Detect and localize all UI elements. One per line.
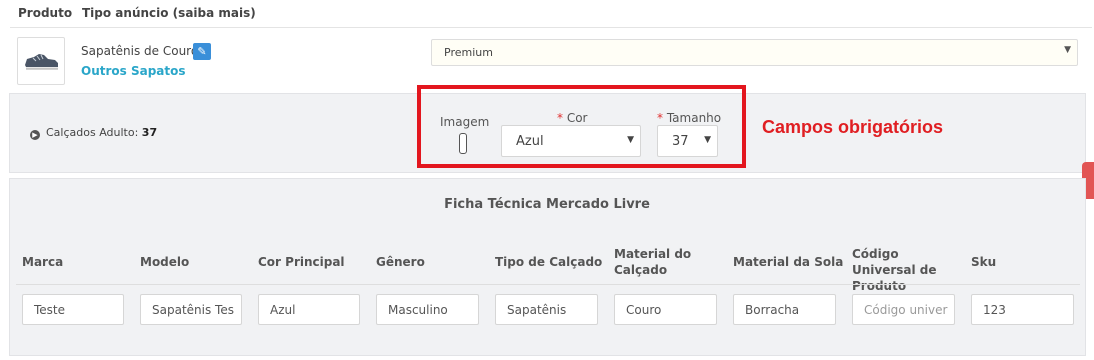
header-listing-type[interactable]: Tipo anúncio (saiba mais) [82,6,256,20]
product-category-link[interactable]: Outros Sapatos [81,64,186,78]
marca-input[interactable]: Teste [22,294,124,325]
column-header-cor-principal: Cor Principal [258,255,345,269]
header-product: Produto [18,6,73,20]
chevron-down-icon: ▼ [1064,45,1071,55]
header-divider [10,27,1092,28]
column-header-divider [16,284,1080,285]
edit-product-button[interactable]: ✎ [193,43,211,60]
material-calcado-input[interactable]: Couro [614,294,717,325]
variant-crumb-label: Calçados Adulto: [46,126,139,139]
sku-input[interactable]: 123 [971,294,1074,325]
listing-type-value: Premium [444,46,493,59]
product-name: Sapatênis de Couro [81,44,199,58]
column-header-tipo-calcado: Tipo de Calçado [495,255,603,269]
shoe-icon [25,54,58,70]
cor-principal-input[interactable]: Azul [258,294,360,325]
material-sola-input[interactable]: Borracha [733,294,836,325]
codigo-universal-input[interactable]: Código univer [852,294,955,325]
required-fields-annotation: Campos obrigatórios [762,117,944,137]
listing-type-select[interactable]: Premium ▼ [431,39,1078,66]
column-header-sku: Sku [971,255,997,269]
variant-crumb-value: 37 [141,126,158,139]
column-header-material-calcado: Material do Calçado [614,247,692,277]
chevron-right-circle-icon: ▶ [30,130,40,140]
column-header-codigo-universal: Código Universal de Produto [852,247,937,293]
tipo-calcado-input[interactable]: Sapatênis [495,294,598,325]
genero-input[interactable]: Masculino [376,294,479,325]
column-header-modelo: Modelo [140,255,190,269]
column-header-genero: Gênero [376,255,425,269]
required-fields-highlight [417,85,746,168]
column-header-material-sola: Material da Sola [733,255,844,269]
edit-icon: ✎ [197,45,207,58]
column-header-marca: Marca [22,255,64,269]
tech-sheet-title: Ficha Técnica Mercado Livre [444,197,650,212]
product-thumbnail [17,37,65,85]
variant-breadcrumb[interactable]: ▶ Calçados Adulto: 37 [30,126,157,140]
modelo-input[interactable]: Sapatênis Tes [140,294,242,325]
